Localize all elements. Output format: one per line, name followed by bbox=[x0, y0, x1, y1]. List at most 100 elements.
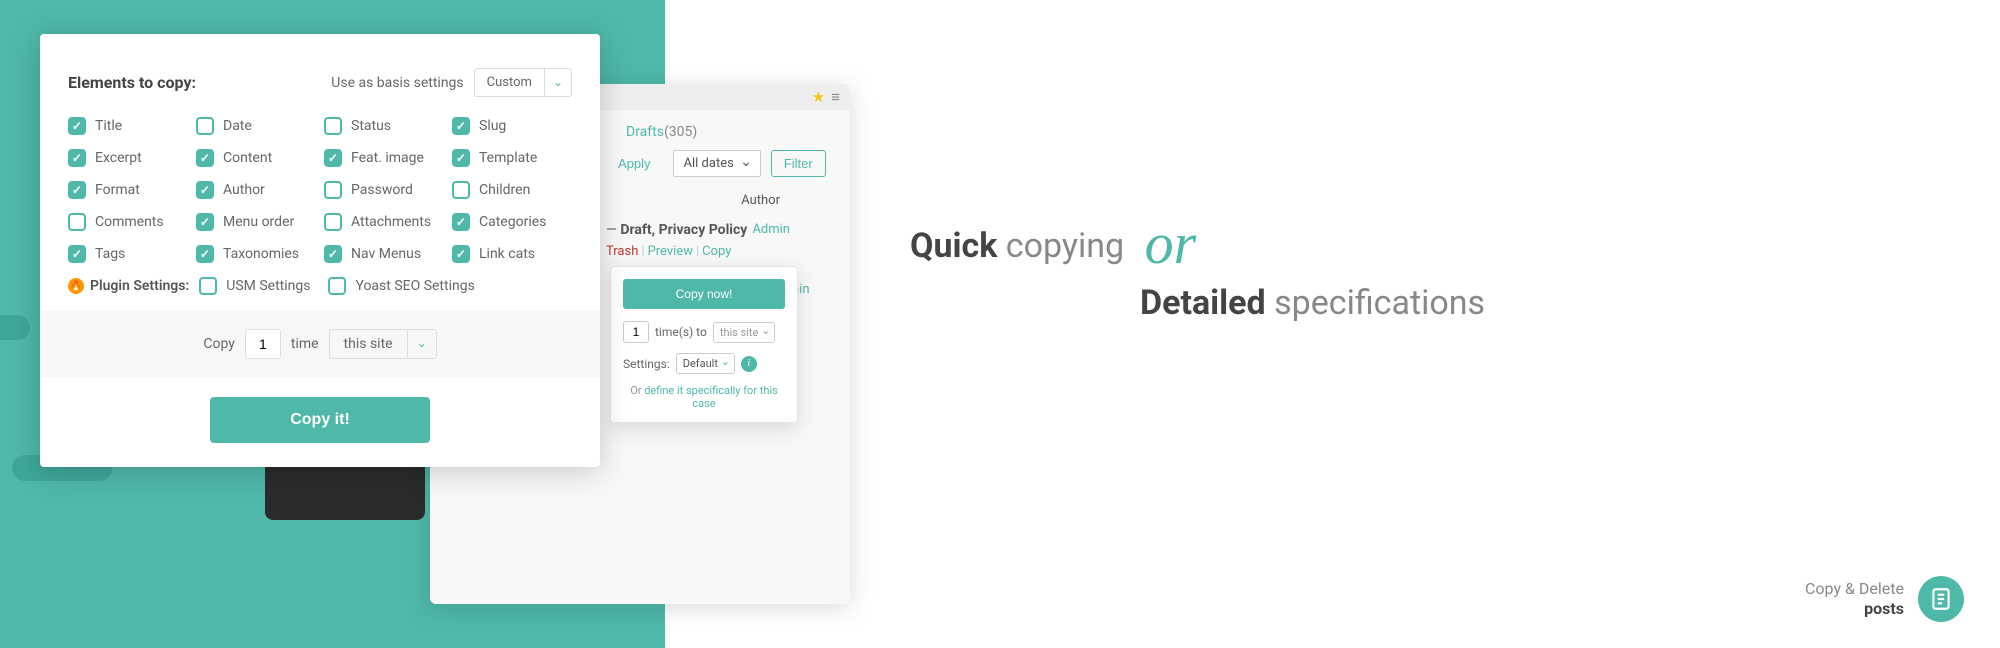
or-define-line: Or define it specifically for this case bbox=[623, 384, 785, 410]
copy-link[interactable]: Copy bbox=[702, 244, 731, 259]
checkbox-icon bbox=[452, 181, 470, 199]
checkbox-icon bbox=[68, 213, 86, 231]
post-title: — Draft, Privacy Policy bbox=[606, 222, 747, 238]
star-icon[interactable]: ★ bbox=[812, 88, 825, 106]
checkbox-feat-image[interactable]: Feat. image bbox=[324, 149, 444, 167]
post-row[interactable]: — Draft, Privacy Policy Admin bbox=[606, 222, 830, 238]
brand-mark: Copy & Delete posts bbox=[1805, 576, 1964, 622]
settings-select[interactable]: Default bbox=[676, 353, 735, 374]
checkbox-icon bbox=[452, 117, 470, 135]
dates-select[interactable]: All dates bbox=[673, 150, 761, 177]
checkbox-menu-order[interactable]: Menu order bbox=[196, 213, 316, 231]
checkbox-icon bbox=[452, 213, 470, 231]
count-input[interactable] bbox=[245, 329, 281, 359]
define-link[interactable]: define it specifically for this case bbox=[644, 384, 778, 410]
decorative-pill bbox=[0, 315, 30, 340]
copy-count-bar: Copy time this site ⌄ bbox=[40, 311, 600, 377]
checkbox-label: Comments bbox=[95, 214, 164, 230]
basis-select[interactable]: Custom ⌄ bbox=[474, 68, 572, 97]
filter-button[interactable]: Filter bbox=[771, 150, 826, 177]
checkbox-label: Template bbox=[479, 150, 537, 166]
times-label: time(s) to bbox=[655, 325, 707, 339]
site-select-mini[interactable]: this site bbox=[713, 322, 776, 343]
checkbox-label: Menu order bbox=[223, 214, 294, 230]
checkbox-label: Taxonomies bbox=[223, 246, 299, 262]
checkbox-children[interactable]: Children bbox=[452, 181, 572, 199]
copy-settings-panel: Elements to copy: Use as basis settings … bbox=[40, 34, 600, 467]
checkbox-icon bbox=[68, 181, 86, 199]
times-input[interactable] bbox=[623, 321, 649, 343]
checkbox-icon bbox=[68, 245, 86, 263]
checkbox-icon bbox=[452, 149, 470, 167]
checkbox-label: Nav Menus bbox=[351, 246, 421, 262]
flame-icon: 🔥 bbox=[68, 278, 84, 294]
checkbox-nav-menus[interactable]: Nav Menus bbox=[324, 245, 444, 263]
chevron-down-icon: ⌄ bbox=[408, 329, 437, 359]
author-column-header: Author bbox=[630, 193, 830, 208]
checkbox-password[interactable]: Password bbox=[324, 181, 444, 199]
checkbox-taxonomies[interactable]: Taxonomies bbox=[196, 245, 316, 263]
checkbox-label: Children bbox=[479, 182, 530, 198]
checkbox-icon bbox=[196, 149, 214, 167]
panel-heading: Elements to copy: bbox=[68, 73, 196, 92]
checkbox-slug[interactable]: Slug bbox=[452, 117, 572, 135]
checkbox-icon bbox=[68, 149, 86, 167]
checkbox-icon bbox=[196, 245, 214, 263]
copy-now-button[interactable]: Copy now! bbox=[623, 279, 785, 309]
checkbox-icon bbox=[324, 245, 342, 263]
checkbox-icon bbox=[324, 117, 342, 135]
checkbox-icon bbox=[324, 181, 342, 199]
basis-label: Use as basis settings bbox=[331, 75, 463, 91]
checkbox-label: Tags bbox=[95, 246, 125, 262]
checkbox-label: Password bbox=[351, 182, 413, 198]
checkbox-excerpt[interactable]: Excerpt bbox=[68, 149, 188, 167]
preview-link[interactable]: Preview bbox=[648, 244, 693, 259]
checkbox-label: Format bbox=[95, 182, 140, 198]
destination-site-select[interactable]: this site ⌄ bbox=[329, 329, 437, 359]
checkbox-label: Author bbox=[223, 182, 265, 198]
checkbox-label: Content bbox=[223, 150, 272, 166]
copy-it-button[interactable]: Copy it! bbox=[210, 397, 430, 443]
chevron-down-icon: ⌄ bbox=[545, 68, 572, 97]
checkbox-label: Feat. image bbox=[351, 150, 424, 166]
checkbox-status[interactable]: Status bbox=[324, 117, 444, 135]
checkbox-yoast-seo-settings[interactable]: Yoast SEO Settings bbox=[328, 277, 474, 295]
checkbox-label: Slug bbox=[479, 118, 506, 134]
checkbox-icon bbox=[196, 213, 214, 231]
author-link[interactable]: Admin bbox=[752, 222, 790, 238]
checkbox-template[interactable]: Template bbox=[452, 149, 572, 167]
checkbox-attachments[interactable]: Attachments bbox=[324, 213, 444, 231]
drafts-label: Drafts bbox=[626, 124, 664, 140]
checkbox-label: Link cats bbox=[479, 246, 535, 262]
checkbox-link-cats[interactable]: Link cats bbox=[452, 245, 572, 263]
drafts-count: (305) bbox=[664, 124, 697, 140]
checkbox-title[interactable]: Title bbox=[68, 117, 188, 135]
checkbox-icon bbox=[196, 117, 214, 135]
checkbox-usm-settings[interactable]: USM Settings bbox=[199, 277, 310, 295]
checkbox-categories[interactable]: Categories bbox=[452, 213, 572, 231]
checkbox-format[interactable]: Format bbox=[68, 181, 188, 199]
checkbox-label: Status bbox=[351, 118, 391, 134]
plugin-settings-label: 🔥 Plugin Settings: bbox=[68, 278, 189, 294]
document-icon bbox=[1918, 576, 1964, 622]
checkbox-comments[interactable]: Comments bbox=[68, 213, 188, 231]
trash-link[interactable]: Trash bbox=[606, 244, 638, 259]
checkbox-icon bbox=[324, 149, 342, 167]
settings-label: Settings: bbox=[623, 357, 670, 371]
checkbox-label: Date bbox=[223, 118, 252, 134]
checkbox-label: Title bbox=[95, 118, 122, 134]
info-icon[interactable]: i bbox=[741, 356, 757, 372]
checkbox-content[interactable]: Content bbox=[196, 149, 316, 167]
post-row-actions: Trash|Preview|Copy bbox=[606, 244, 830, 259]
checkbox-label: Categories bbox=[479, 214, 546, 230]
checkbox-icon bbox=[452, 245, 470, 263]
checkbox-tags[interactable]: Tags bbox=[68, 245, 188, 263]
checkbox-author[interactable]: Author bbox=[196, 181, 316, 199]
checkbox-label: Excerpt bbox=[95, 150, 142, 166]
apply-button[interactable]: Apply bbox=[606, 150, 663, 177]
checkbox-icon bbox=[196, 181, 214, 199]
checkbox-date[interactable]: Date bbox=[196, 117, 316, 135]
menu-icon[interactable]: ≡ bbox=[831, 88, 840, 106]
checkbox-icon bbox=[324, 213, 342, 231]
drafts-filter[interactable]: Drafts(305) bbox=[626, 124, 830, 140]
